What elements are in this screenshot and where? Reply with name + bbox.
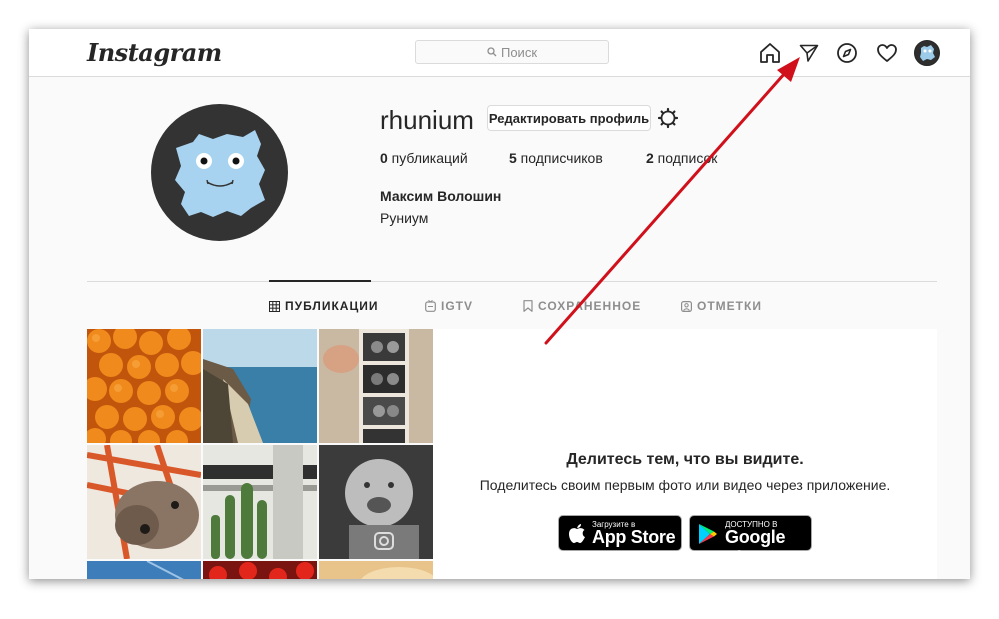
annotation-arrow — [544, 57, 800, 345]
